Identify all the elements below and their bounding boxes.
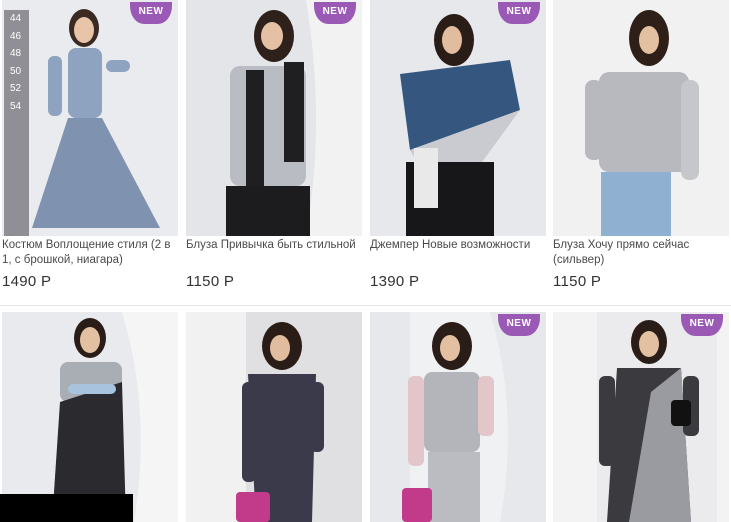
model-illustration — [186, 0, 362, 236]
product-photo[interactable]: NEW — [186, 0, 362, 236]
product-name[interactable]: Костюм Воплощение стиля (2 в 1, с брошко… — [2, 238, 178, 268]
product-card-1[interactable]: NEW 44 46 48 50 52 54 Костюм Воплощение … — [2, 0, 178, 300]
new-badge: NEW — [681, 314, 723, 336]
model-illustration — [2, 312, 178, 522]
new-badge: NEW — [498, 2, 540, 24]
model-illustration — [553, 312, 729, 522]
product-card-8[interactable]: NEW — [553, 312, 729, 522]
product-price: 1390 Р — [370, 273, 420, 290]
product-card-4[interactable]: Блуза Хочу прямо сейчас (сильвер) 1150 Р — [553, 0, 729, 300]
product-card-6[interactable] — [186, 312, 362, 522]
model-illustration — [553, 0, 729, 236]
size-option[interactable]: 44 — [4, 10, 29, 28]
product-photo[interactable] — [2, 312, 178, 522]
row-divider — [0, 305, 731, 306]
black-overlay — [0, 494, 133, 522]
size-option[interactable]: 48 — [4, 45, 29, 63]
size-option[interactable]: 50 — [4, 63, 29, 81]
product-photo[interactable]: NEW — [553, 312, 729, 522]
product-card-7[interactable]: NEW — [370, 312, 546, 522]
product-card-2[interactable]: NEW Блуза Привычка быть стильной 1150 Р — [186, 0, 362, 300]
model-illustration — [186, 312, 362, 522]
sizes-list: 44 46 48 50 52 54 — [4, 10, 29, 236]
new-badge: NEW — [498, 314, 540, 336]
size-option[interactable]: 54 — [4, 98, 29, 116]
product-photo[interactable] — [186, 312, 362, 522]
size-option[interactable]: 52 — [4, 80, 29, 98]
new-badge: NEW — [130, 2, 172, 24]
product-name[interactable]: Джемпер Новые возможности — [370, 238, 546, 253]
product-name[interactable]: Блуза Хочу прямо сейчас (сильвер) — [553, 238, 729, 268]
model-illustration — [370, 312, 546, 522]
product-photo[interactable]: NEW — [370, 0, 546, 236]
product-card-3[interactable]: NEW Джемпер Новые возможности 1390 Р — [370, 0, 546, 300]
product-price: 1490 Р — [2, 273, 52, 290]
model-illustration — [370, 0, 546, 236]
product-price: 1150 Р — [186, 273, 235, 290]
new-badge: NEW — [314, 2, 356, 24]
product-photo[interactable]: NEW — [370, 312, 546, 522]
product-name[interactable]: Блуза Привычка быть стильной — [186, 238, 362, 253]
product-card-5[interactable] — [2, 312, 178, 522]
product-photo[interactable] — [553, 0, 729, 236]
product-price: 1150 Р — [553, 273, 602, 290]
size-option[interactable]: 46 — [4, 28, 29, 46]
